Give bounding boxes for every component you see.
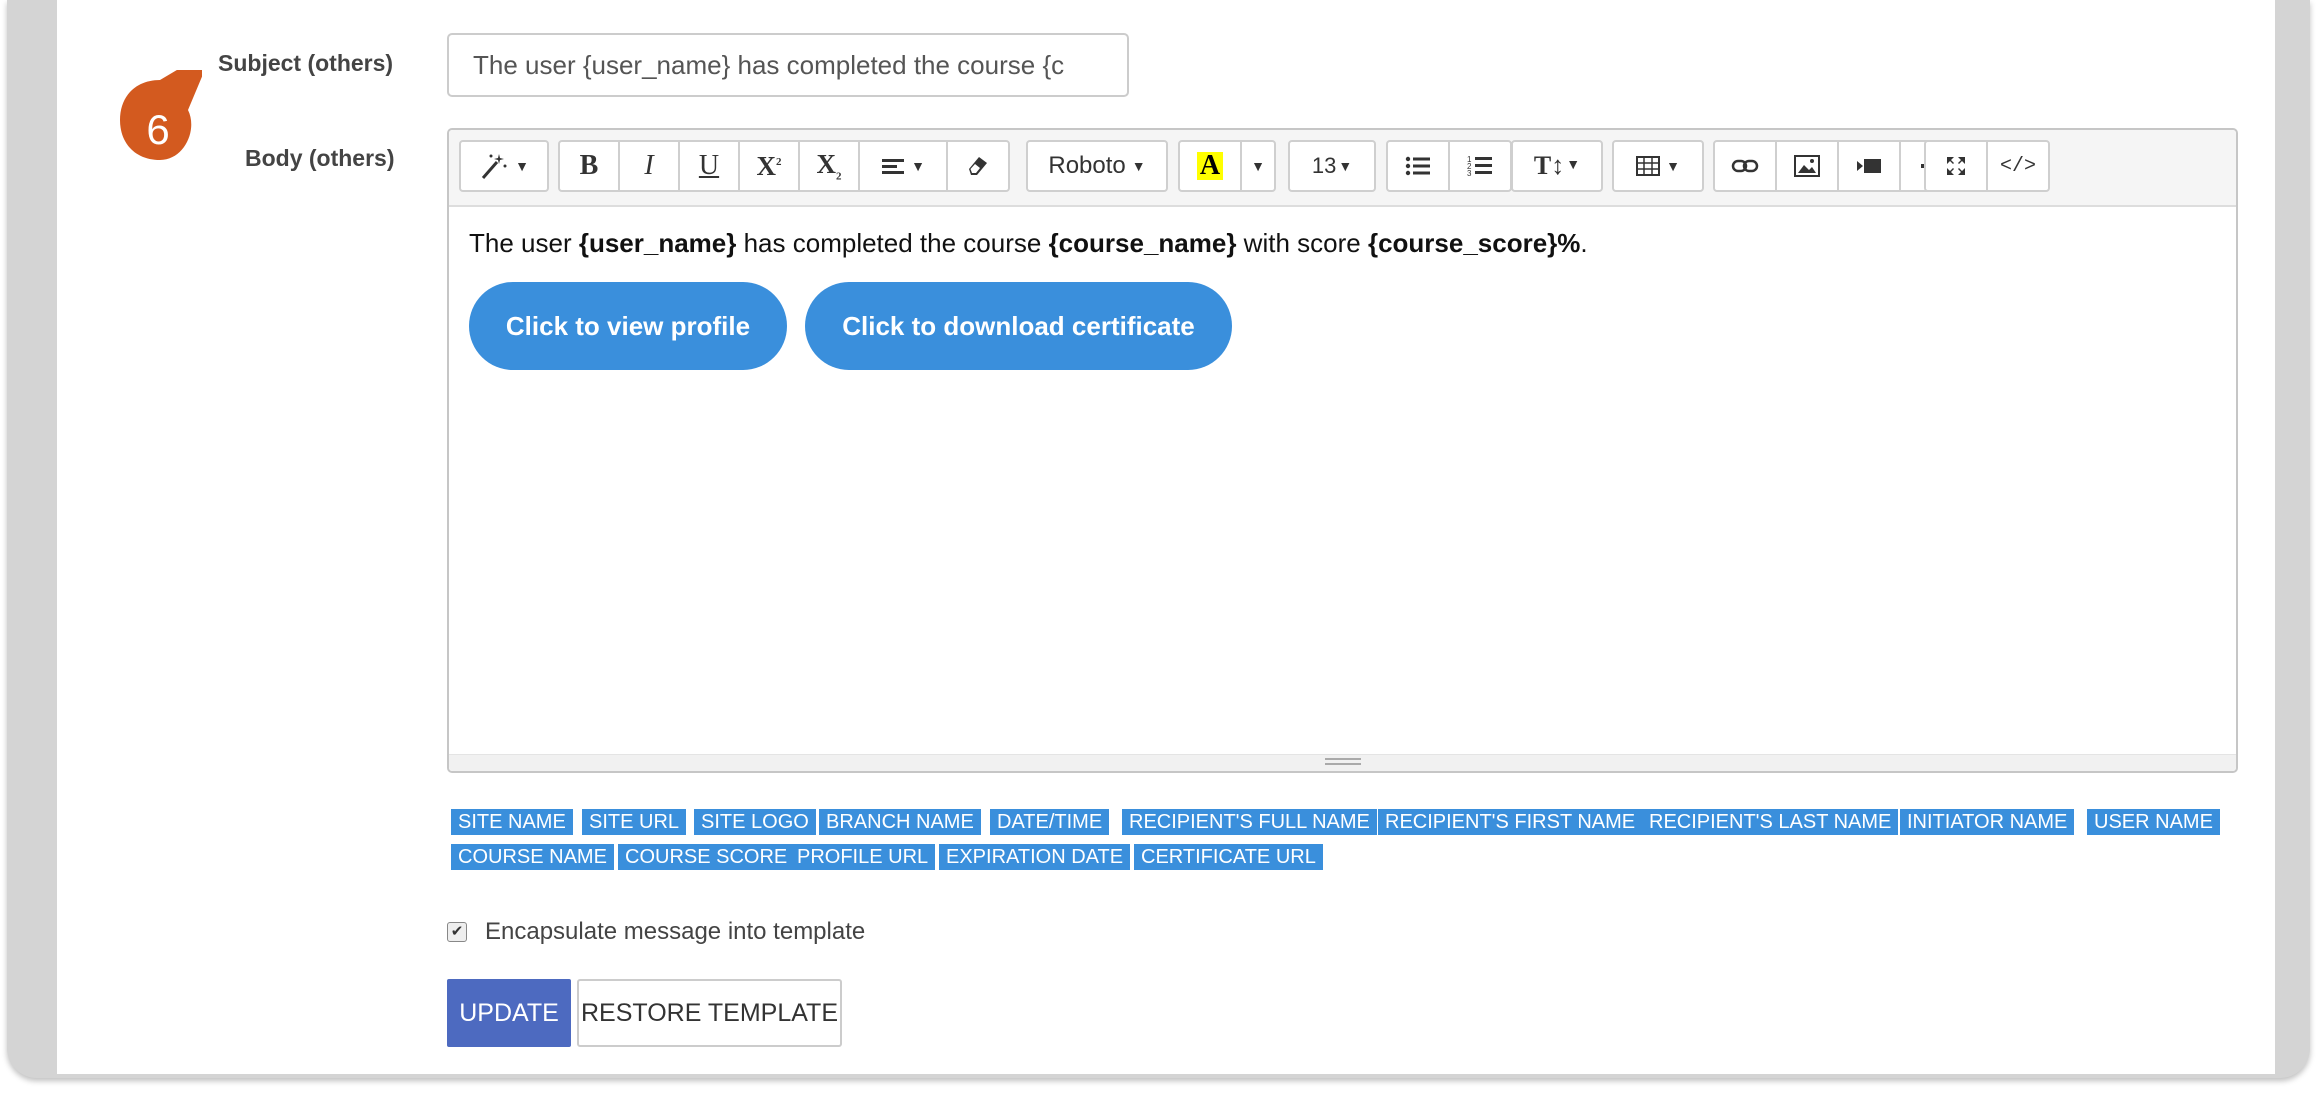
body-text-part: has completed the course xyxy=(736,228,1049,258)
fullscreen-button[interactable] xyxy=(1924,140,1988,192)
download-certificate-button[interactable]: Click to download certificate xyxy=(805,282,1232,370)
view-profile-button[interactable]: Click to view profile xyxy=(469,282,787,370)
chevron-down-icon: ▼ xyxy=(1566,158,1581,173)
italic-button[interactable]: I xyxy=(618,140,680,192)
tag-expiration-date[interactable]: EXPIRATION DATE xyxy=(939,844,1131,870)
bold-icon: B xyxy=(579,150,599,181)
body-text: The user {user_name} has completed the c… xyxy=(469,228,2216,259)
encapsulate-option: ✔ Encapsulate message into template xyxy=(447,918,865,946)
body-editor: ▼ B I U X2 X2 ▼ Roboto ▼ A ▼ 13 ▼ 1 2 3 … xyxy=(447,128,2238,773)
line-height-dropdown[interactable]: T↕ ▼ xyxy=(1511,140,1603,192)
superscript-icon: X2 xyxy=(756,150,782,181)
magic-wand-icon xyxy=(481,154,507,179)
font-name-dropdown[interactable]: Roboto ▼ xyxy=(1026,140,1168,192)
subscript-button[interactable]: X2 xyxy=(798,140,860,192)
editor-toolbar: ▼ B I U X2 X2 ▼ Roboto ▼ A ▼ 13 ▼ 1 2 3 … xyxy=(449,130,2236,207)
check-icon: ✔ xyxy=(450,923,464,940)
fullscreen-icon xyxy=(1947,157,1965,175)
highlight-color-button[interactable]: A xyxy=(1178,140,1242,192)
tag-user-name[interactable]: USER NAME xyxy=(2087,809,2220,835)
bold-button[interactable]: B xyxy=(558,140,620,192)
underline-button[interactable]: U xyxy=(678,140,740,192)
user-name-variable: {user_name} xyxy=(578,228,737,258)
tag-site-url[interactable]: SITE URL xyxy=(582,809,687,835)
list-group: 1 2 3 xyxy=(1386,140,1512,192)
code-view-icon: </> xyxy=(1999,154,2036,178)
editor-resize-handle[interactable] xyxy=(449,754,2236,771)
restore-template-button[interactable]: RESTORE TEMPLATE xyxy=(577,979,842,1047)
table-icon xyxy=(1636,156,1661,176)
style-group: ▼ xyxy=(459,140,549,192)
tag-recipient-full-name[interactable]: RECIPIENT'S FULL NAME xyxy=(1122,809,1377,835)
unordered-list-button[interactable] xyxy=(1386,140,1450,192)
font-size-dropdown[interactable]: 13 ▼ xyxy=(1288,140,1376,192)
tag-profile-url[interactable]: PROFILE URL xyxy=(790,844,936,870)
font-color-icon: A xyxy=(1196,152,1224,180)
unordered-list-icon xyxy=(1405,156,1430,176)
chevron-down-icon: ▼ xyxy=(515,158,529,174)
clear-format-button[interactable] xyxy=(946,140,1010,192)
svg-text:3: 3 xyxy=(1467,169,1472,178)
tag-branch-name[interactable]: BRANCH NAME xyxy=(819,809,981,835)
code-view-button[interactable]: </> xyxy=(1986,140,2050,192)
tag-course-name[interactable]: COURSE NAME xyxy=(451,844,614,870)
style-dropdown-button[interactable]: ▼ xyxy=(459,140,549,192)
grip-icon xyxy=(1324,758,1361,768)
tag-date-time[interactable]: DATE/TIME xyxy=(990,809,1110,835)
insert-image-button[interactable] xyxy=(1775,140,1839,192)
course-score-variable: {course_score}% xyxy=(1367,228,1581,258)
tag-certificate-url[interactable]: CERTIFICATE URL xyxy=(1134,844,1323,870)
course-name-variable: {course_name} xyxy=(1048,228,1237,258)
video-icon xyxy=(1857,159,1881,173)
ordered-list-icon: 1 2 3 xyxy=(1467,155,1492,178)
font-style-group: B I U X2 X2 ▼ xyxy=(558,140,1010,192)
body-label: Body (others) xyxy=(245,145,395,171)
chevron-down-icon: ▼ xyxy=(911,158,925,174)
superscript-button[interactable]: X2 xyxy=(738,140,800,192)
chevron-down-icon: ▼ xyxy=(1251,158,1265,174)
insert-video-button[interactable] xyxy=(1837,140,1901,192)
image-icon xyxy=(1794,155,1820,177)
link-icon xyxy=(1731,159,1759,173)
subscript-icon: X2 xyxy=(816,149,842,183)
tag-site-logo[interactable]: SITE LOGO xyxy=(694,809,816,835)
step-number: 6 xyxy=(146,106,170,153)
encapsulate-checkbox[interactable]: ✔ xyxy=(447,922,467,942)
ordered-list-button[interactable]: 1 2 3 xyxy=(1448,140,1512,192)
font-name-group: Roboto ▼ xyxy=(1026,140,1168,192)
chevron-down-icon: ▼ xyxy=(1131,158,1146,174)
insert-link-button[interactable] xyxy=(1713,140,1777,192)
tag-recipient-first-name[interactable]: RECIPIENT'S FIRST NAME xyxy=(1378,809,1643,835)
tag-site-name[interactable]: SITE NAME xyxy=(451,809,573,835)
table-group: ▼ xyxy=(1612,140,1704,192)
table-dropdown[interactable]: ▼ xyxy=(1612,140,1704,192)
underline-icon: U xyxy=(698,150,720,181)
line-height-icon: T↕ xyxy=(1533,151,1565,180)
color-group: A ▼ xyxy=(1178,140,1276,192)
subject-label: Subject (others) xyxy=(218,50,394,76)
editor-content[interactable]: The user {user_name} has completed the c… xyxy=(469,228,2216,259)
color-dropdown-button[interactable]: ▼ xyxy=(1240,140,1276,192)
update-button[interactable]: UPDATE xyxy=(447,979,571,1047)
tag-initiator-name[interactable]: INITIATOR NAME xyxy=(1900,809,2075,835)
font-size-group: 13 ▼ xyxy=(1288,140,1376,192)
tag-recipient-last-name[interactable]: RECIPIENT'S LAST NAME xyxy=(1642,809,1899,835)
subject-input[interactable] xyxy=(447,33,1129,97)
body-text-part: . xyxy=(1580,228,1588,258)
font-size-value: 13 xyxy=(1311,153,1337,178)
font-name-value: Roboto xyxy=(1048,152,1126,179)
line-height-group: T↕ ▼ xyxy=(1511,140,1603,192)
chevron-down-icon: ▼ xyxy=(1666,158,1680,174)
view-group: </> xyxy=(1924,140,2050,192)
eraser-icon xyxy=(969,157,987,175)
paragraph-align-button[interactable]: ▼ xyxy=(858,140,948,192)
body-text-part: The user xyxy=(469,228,579,258)
tag-course-score[interactable]: COURSE SCORE xyxy=(618,844,795,870)
chevron-down-icon: ▼ xyxy=(1338,158,1353,174)
encapsulate-label: Encapsulate message into template xyxy=(485,918,866,945)
italic-icon: I xyxy=(644,150,654,181)
align-icon xyxy=(882,159,905,174)
body-text-part: with score xyxy=(1236,228,1368,258)
